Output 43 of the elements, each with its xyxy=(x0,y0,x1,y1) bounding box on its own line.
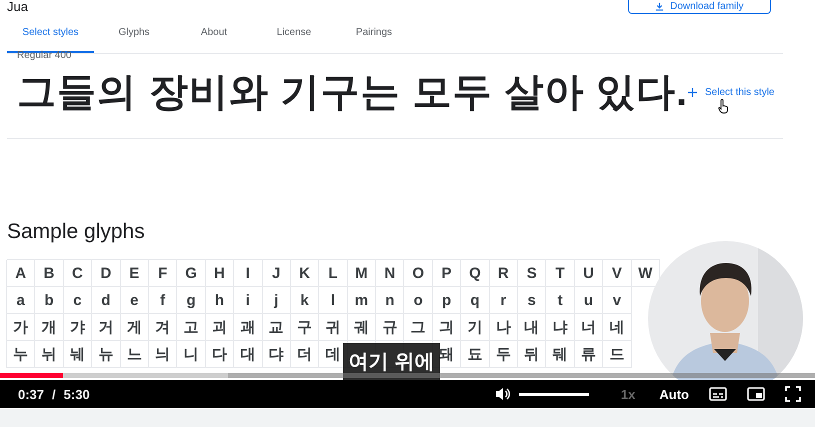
subtitles-icon xyxy=(709,387,727,401)
tab[interactable]: Pairings xyxy=(334,14,414,53)
glyph[interactable]: t xyxy=(558,292,563,308)
glyph[interactable]: I xyxy=(246,264,250,282)
glyph[interactable]: b xyxy=(44,292,54,308)
select-style-link[interactable]: Select this style xyxy=(688,86,774,98)
glyph[interactable]: i xyxy=(246,292,250,308)
style-name: Regular 400 xyxy=(17,51,72,61)
glyph[interactable]: T xyxy=(556,264,565,282)
glyph[interactable]: s xyxy=(528,292,536,308)
tab[interactable]: Glyphs xyxy=(94,14,174,53)
quality-button[interactable]: Auto xyxy=(653,386,695,402)
glyph[interactable]: l xyxy=(330,292,336,308)
glyph[interactable]: j xyxy=(274,292,278,308)
miniplayer-icon xyxy=(747,387,765,401)
fullscreen-icon xyxy=(785,386,801,402)
glyph[interactable]: e xyxy=(130,292,138,308)
progress-bar[interactable] xyxy=(0,373,815,378)
glyph[interactable]: k xyxy=(300,292,309,308)
glyph[interactable]: a xyxy=(16,292,25,308)
glyph[interactable]: F xyxy=(158,264,168,282)
glyph[interactable]: o xyxy=(414,292,423,308)
font-title: Jua xyxy=(7,0,28,13)
glyph[interactable]: c xyxy=(73,292,82,308)
time-separator: / xyxy=(52,386,56,402)
glyph[interactable]: r xyxy=(500,292,506,308)
download-icon xyxy=(655,2,664,11)
section-title: Sample glyphs xyxy=(7,220,145,244)
glyph[interactable]: v xyxy=(612,292,622,308)
glyph[interactable]: J xyxy=(272,264,280,282)
duration: 5:30 xyxy=(64,386,90,402)
hand-cursor-icon xyxy=(718,98,730,114)
volume-slider[interactable] xyxy=(518,392,589,396)
glyph[interactable]: d xyxy=(101,292,110,308)
current-time: 0:37 xyxy=(18,386,44,402)
sample-text: 그들의 장비와 기구는 모두 살아 있다. xyxy=(17,70,688,116)
subtitle-caption: 여기 위에 xyxy=(343,343,440,380)
glyph[interactable]: f xyxy=(160,292,166,308)
download-button[interactable]: Download family xyxy=(628,0,770,14)
volume-icon[interactable] xyxy=(494,386,511,402)
tab[interactable]: About xyxy=(174,14,254,53)
plus-icon xyxy=(688,88,698,96)
tab[interactable]: License xyxy=(254,14,334,53)
